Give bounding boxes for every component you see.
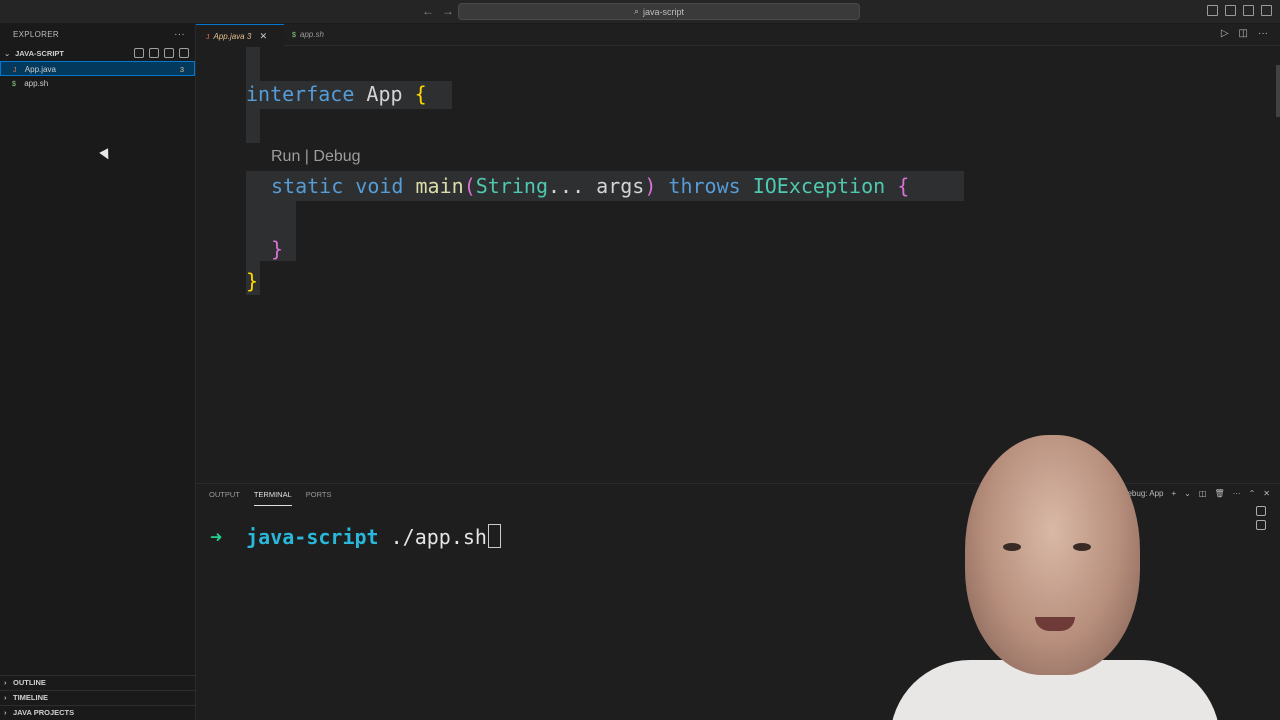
section-label: JAVA PROJECTS bbox=[13, 708, 75, 717]
terminal-prompt-line[interactable]: ➜ java-script ./app.sh bbox=[210, 524, 501, 549]
param-token: ... args bbox=[547, 174, 645, 198]
folder-label: JAVA-SCRIPT bbox=[15, 49, 64, 58]
presenter-webcam bbox=[890, 430, 1220, 720]
customize-layout-icon[interactable] bbox=[1261, 5, 1272, 16]
arrow-left-icon[interactable]: ← bbox=[422, 4, 434, 18]
chevron-down-icon: ⌄ bbox=[4, 49, 11, 58]
file-label: app.sh bbox=[24, 79, 49, 88]
collapse-all-icon[interactable] bbox=[179, 48, 189, 58]
more-actions-icon[interactable]: ··· bbox=[1233, 489, 1241, 498]
explorer-sidebar: EXPLORER ··· ⌄ JAVA-SCRIPT J App.java 3 … bbox=[0, 24, 196, 720]
new-folder-icon[interactable] bbox=[149, 48, 159, 58]
debug-console-icon[interactable] bbox=[1256, 520, 1266, 530]
keyword-token: interface bbox=[246, 82, 355, 106]
tab-output[interactable]: OUTPUT bbox=[209, 484, 240, 506]
tab-badge: 3 bbox=[246, 32, 252, 41]
editor-tab-bar: J App.java 3 ✕ $ app.sh ▷ ◫ ··· bbox=[196, 24, 1280, 46]
refresh-icon[interactable] bbox=[164, 48, 174, 58]
arrow-right-icon[interactable]: → bbox=[442, 4, 454, 18]
problems-badge: 3 bbox=[179, 65, 184, 74]
file-app-java[interactable]: J App.java 3 bbox=[0, 61, 195, 76]
split-editor-icon[interactable]: ◫ bbox=[1239, 28, 1248, 39]
more-actions-icon[interactable]: ··· bbox=[1258, 28, 1268, 39]
section-label: TIMELINE bbox=[13, 693, 48, 702]
code-line-main: static void main(String... args) throws … bbox=[271, 174, 909, 198]
tab-app-java[interactable]: J App.java 3 ✕ bbox=[196, 24, 284, 46]
explorer-title: EXPLORER bbox=[13, 30, 59, 39]
indent-highlight bbox=[246, 47, 260, 81]
layout-controls bbox=[1207, 5, 1272, 16]
presenter-head bbox=[965, 435, 1140, 675]
command-center[interactable]: ⌕ java-script bbox=[458, 3, 860, 20]
code-line-interface: interface App { bbox=[246, 82, 427, 106]
indent-highlight bbox=[246, 109, 260, 143]
paren-token: ) bbox=[644, 174, 657, 198]
keyword-token: void bbox=[355, 174, 404, 198]
terminal-list bbox=[1252, 506, 1270, 530]
shell-file-icon: $ bbox=[292, 32, 296, 39]
terminal-command: ./app.sh bbox=[390, 525, 487, 549]
tab-label: App.java bbox=[213, 32, 245, 41]
search-icon: ⌕ bbox=[633, 6, 640, 16]
section-outline[interactable]: › OUTLINE bbox=[0, 675, 196, 690]
file-label: App.java bbox=[24, 65, 56, 74]
section-label: OUTLINE bbox=[13, 678, 46, 687]
editor-actions: ▷ ◫ ··· bbox=[1221, 28, 1268, 39]
folder-actions bbox=[134, 48, 189, 58]
chevron-right-icon: › bbox=[4, 693, 7, 702]
run-icon[interactable]: ▷ bbox=[1221, 28, 1229, 39]
panel-tabs: OUTPUT TERMINAL PORTS bbox=[209, 484, 331, 506]
section-java-projects[interactable]: › JAVA PROJECTS bbox=[0, 705, 196, 720]
code-inner-close: } bbox=[271, 237, 284, 261]
prompt-arrow-icon: ➜ bbox=[210, 525, 223, 549]
terminal-shell-icon[interactable] bbox=[1256, 506, 1266, 516]
maximize-panel-icon[interactable]: ⌃ bbox=[1249, 489, 1256, 498]
chevron-right-icon: › bbox=[4, 708, 7, 717]
title-bar: ← → ⌕ java-script bbox=[0, 0, 1280, 24]
folder-java-script[interactable]: ⌄ JAVA-SCRIPT bbox=[0, 47, 195, 61]
section-timeline[interactable]: › TIMELINE bbox=[0, 690, 196, 705]
keyword-token: throws bbox=[668, 174, 741, 198]
toggle-panel-icon[interactable] bbox=[1225, 5, 1236, 16]
brace-token: { bbox=[414, 82, 427, 106]
close-icon[interactable]: ✕ bbox=[1263, 489, 1270, 498]
tab-label: app.sh bbox=[299, 30, 324, 39]
presenter-eye bbox=[1073, 543, 1091, 551]
type-token: String bbox=[475, 174, 548, 198]
more-actions-icon[interactable]: ··· bbox=[174, 24, 185, 46]
command-center-label: java-script bbox=[643, 6, 685, 17]
keyword-token: static bbox=[271, 174, 344, 198]
tab-app-sh[interactable]: $ app.sh bbox=[284, 24, 358, 46]
brace-token: { bbox=[897, 174, 910, 198]
class-name-token: App bbox=[366, 82, 403, 106]
tab-terminal[interactable]: TERMINAL bbox=[253, 484, 292, 506]
type-token: IOException bbox=[752, 174, 886, 198]
file-app-sh[interactable]: $ app.sh bbox=[0, 76, 195, 91]
mouse-cursor-icon bbox=[99, 148, 113, 162]
paren-token: ( bbox=[463, 174, 476, 198]
codelens-run-debug[interactable]: Run | Debug bbox=[271, 148, 361, 166]
shell-file-icon: $ bbox=[12, 81, 16, 88]
editor-scrollbar[interactable] bbox=[1276, 65, 1280, 117]
java-file-icon: J bbox=[206, 34, 210, 41]
tab-ports[interactable]: PORTS bbox=[306, 484, 332, 506]
chevron-right-icon: › bbox=[4, 678, 7, 687]
close-icon[interactable]: ✕ bbox=[260, 31, 268, 41]
terminal-cursor bbox=[487, 524, 501, 548]
presenter-eye bbox=[1003, 543, 1021, 551]
method-name-token: main bbox=[415, 174, 464, 198]
toggle-sidebar-icon[interactable] bbox=[1207, 5, 1218, 16]
new-file-icon[interactable] bbox=[134, 48, 144, 58]
code-editor[interactable]: interface App { Run | Debug static void … bbox=[196, 47, 1280, 483]
explorer-header: EXPLORER ··· bbox=[0, 24, 195, 46]
prompt-directory: java-script bbox=[246, 525, 379, 549]
toggle-secondary-sidebar-icon[interactable] bbox=[1243, 5, 1254, 16]
code-outer-close: } bbox=[246, 269, 259, 293]
presenter-mouth bbox=[1035, 617, 1075, 631]
